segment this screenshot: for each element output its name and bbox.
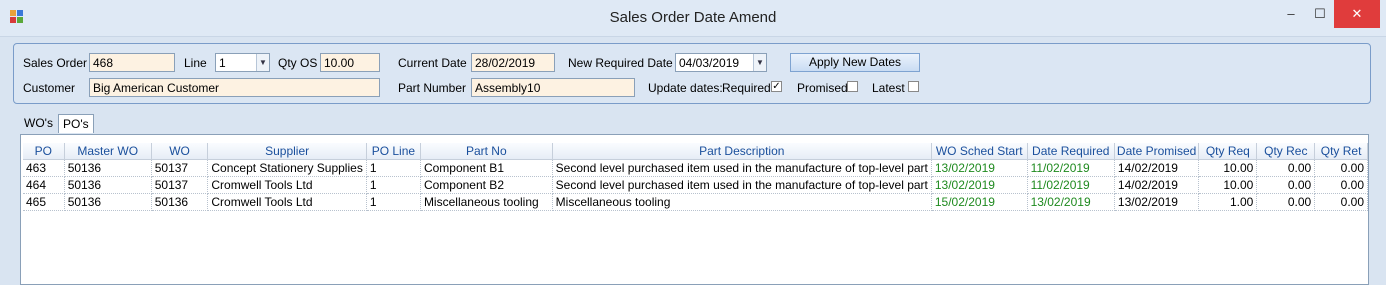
line-select[interactable]: 1 ▼ bbox=[215, 53, 270, 72]
table-cell: 0.00 bbox=[1256, 159, 1316, 177]
column-header[interactable]: Qty Req bbox=[1198, 143, 1258, 160]
title-bar: Sales Order Date Amend – ☐ ✕ bbox=[0, 0, 1386, 37]
tab-pos[interactable]: PO's bbox=[58, 114, 94, 133]
table-body: 463 50136 50137 Concept Stationery Supplies… bbox=[23, 159, 1368, 211]
table-row[interactable]: 463 50136 50137 Concept Stationery Supplies… bbox=[23, 159, 1368, 177]
table-cell: Miscellaneous tooling bbox=[552, 193, 932, 211]
tab-wos[interactable]: WO's bbox=[20, 114, 57, 132]
po-grid[interactable]: PO Master WO WO Supplier PO Line Part No Part … bbox=[20, 134, 1369, 285]
table-cell: Second level purchased item used in the … bbox=[552, 159, 932, 177]
table-cell: Miscellaneous tooling bbox=[420, 193, 553, 211]
column-header[interactable]: Master WO bbox=[64, 143, 152, 160]
table-cell: 0.00 bbox=[1314, 176, 1368, 194]
required-checkbox[interactable]: ✓ bbox=[771, 81, 782, 92]
column-header[interactable]: Qty Rec bbox=[1256, 143, 1316, 160]
table-cell: 463 bbox=[23, 159, 65, 177]
column-header[interactable]: Date Promised bbox=[1114, 143, 1200, 160]
table-cell: 1.00 bbox=[1198, 193, 1258, 211]
table-cell: 50137 bbox=[151, 176, 209, 194]
chevron-down-icon[interactable]: ▼ bbox=[753, 54, 766, 71]
table-cell: 14/02/2019 bbox=[1114, 176, 1200, 194]
table-cell: 50136 bbox=[151, 193, 209, 211]
table-cell: 14/02/2019 bbox=[1114, 159, 1200, 177]
current-date-label: Current Date bbox=[398, 56, 467, 70]
table-cell: 10.00 bbox=[1198, 176, 1258, 194]
table-cell: 13/02/2019 bbox=[931, 159, 1028, 177]
column-header[interactable]: WO bbox=[151, 143, 209, 160]
promised-checkbox[interactable] bbox=[847, 81, 858, 92]
table-cell: 0.00 bbox=[1314, 193, 1368, 211]
column-header[interactable]: WO Sched Start bbox=[931, 143, 1028, 160]
table-cell: 0.00 bbox=[1256, 193, 1316, 211]
table-cell: 1 bbox=[366, 176, 421, 194]
table-cell: Second level purchased item used in the … bbox=[552, 176, 932, 194]
part-number-field[interactable]: Assembly10 bbox=[471, 78, 635, 97]
column-header[interactable]: Supplier bbox=[207, 143, 367, 160]
table-cell: 1 bbox=[366, 193, 421, 211]
table-cell: 465 bbox=[23, 193, 65, 211]
table-cell: 11/02/2019 bbox=[1027, 159, 1115, 177]
table-cell: 13/02/2019 bbox=[1027, 193, 1115, 211]
table-cell: 0.00 bbox=[1314, 159, 1368, 177]
table-cell: Component B2 bbox=[420, 176, 553, 194]
table-cell: 13/02/2019 bbox=[1114, 193, 1200, 211]
qty-os-field[interactable]: 10.00 bbox=[320, 53, 380, 72]
column-header[interactable]: Qty Ret bbox=[1314, 143, 1368, 160]
latest-checkbox[interactable] bbox=[908, 81, 919, 92]
table-cell: 464 bbox=[23, 176, 65, 194]
new-required-date-value: 04/03/2019 bbox=[679, 56, 740, 70]
table-cell: Component B1 bbox=[420, 159, 553, 177]
sales-order-field[interactable]: 468 bbox=[89, 53, 175, 72]
customer-field[interactable]: Big American Customer bbox=[89, 78, 380, 97]
apply-new-dates-button[interactable]: Apply New Dates bbox=[790, 53, 920, 72]
table-cell: Concept Stationery Supplies bbox=[207, 159, 367, 177]
part-number-label: Part Number bbox=[398, 81, 467, 95]
maximize-button[interactable]: ☐ bbox=[1302, 0, 1338, 28]
table-row[interactable]: 464 50136 50137 Cromwell Tools Ltd 1 Componen… bbox=[23, 176, 1368, 194]
table-cell: Cromwell Tools Ltd bbox=[207, 193, 367, 211]
table-cell: 1 bbox=[366, 159, 421, 177]
new-required-date-picker[interactable]: 04/03/2019 ▼ bbox=[675, 53, 767, 72]
update-dates-label: Update dates: bbox=[648, 81, 723, 95]
chevron-down-icon[interactable]: ▼ bbox=[256, 54, 269, 71]
po-table: PO Master WO WO Supplier PO Line Part No Part … bbox=[23, 143, 1368, 211]
table-row[interactable]: 465 50136 50136 Cromwell Tools Ltd 1 Miscella… bbox=[23, 193, 1368, 211]
check-icon: ✓ bbox=[772, 81, 781, 92]
order-details-panel: Sales Order 468 Line 1 ▼ Qty OS 10.00 Cu… bbox=[13, 43, 1371, 104]
column-header[interactable]: PO bbox=[23, 143, 65, 160]
table-header-row: PO Master WO WO Supplier PO Line Part No Part … bbox=[23, 143, 1368, 160]
column-header[interactable]: PO Line bbox=[366, 143, 421, 160]
line-select-value: 1 bbox=[219, 56, 226, 70]
sales-order-date-amend-window: Sales Order Date Amend – ☐ ✕ Sales Order… bbox=[0, 0, 1386, 285]
required-label: Required bbox=[722, 81, 771, 95]
promised-label: Promised bbox=[797, 81, 848, 95]
window-title: Sales Order Date Amend bbox=[609, 9, 777, 26]
table-cell: 15/02/2019 bbox=[931, 193, 1028, 211]
current-date-field[interactable]: 28/02/2019 bbox=[471, 53, 555, 72]
table-cell: 50137 bbox=[151, 159, 209, 177]
customer-label: Customer bbox=[23, 81, 76, 95]
sales-order-label: Sales Order bbox=[23, 56, 88, 70]
table-cell: 50136 bbox=[64, 159, 152, 177]
column-header[interactable]: Part Description bbox=[552, 143, 932, 160]
table-cell: 11/02/2019 bbox=[1027, 176, 1115, 194]
column-header[interactable]: Date Required bbox=[1027, 143, 1115, 160]
table-cell: 50136 bbox=[64, 193, 152, 211]
new-required-date-label: New Required Date bbox=[568, 56, 673, 70]
line-label: Line bbox=[184, 56, 207, 70]
qty-os-label: Qty OS bbox=[278, 56, 318, 70]
table-cell: Cromwell Tools Ltd bbox=[207, 176, 367, 194]
close-button[interactable]: ✕ bbox=[1334, 0, 1380, 28]
table-cell: 0.00 bbox=[1256, 176, 1316, 194]
column-header[interactable]: Part No bbox=[420, 143, 553, 160]
table-cell: 50136 bbox=[64, 176, 152, 194]
table-cell: 13/02/2019 bbox=[931, 176, 1028, 194]
latest-label: Latest bbox=[872, 81, 905, 95]
table-cell: 10.00 bbox=[1198, 159, 1258, 177]
